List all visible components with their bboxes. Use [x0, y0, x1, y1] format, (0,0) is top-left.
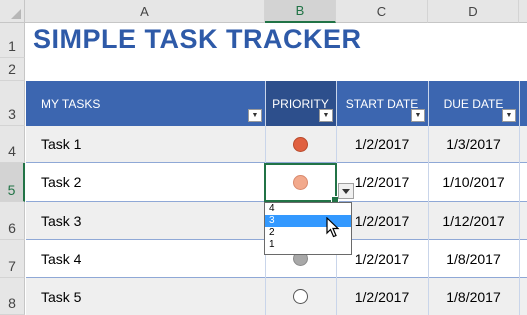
task-name-cell[interactable]: Task 4	[41, 240, 81, 277]
table-row: Task 5 1/2/2017 1/8/2017	[26, 278, 527, 315]
header-start-date: START DATE ▼	[336, 81, 428, 126]
chevron-down-icon	[342, 188, 350, 194]
filter-dropdown-icon[interactable]: ▼	[411, 109, 425, 122]
row-header-3[interactable]: 3	[0, 81, 25, 126]
sheet-title: SIMPLE TASK TRACKER	[33, 24, 362, 54]
due-date-cell[interactable]: 1/12/2017	[428, 202, 519, 239]
priority-cell[interactable]	[265, 278, 336, 315]
header-due-date-label: DUE DATE	[443, 96, 504, 111]
header-due-date: DUE DATE ▼	[428, 81, 519, 126]
task-name-cell[interactable]: Task 2	[41, 163, 81, 201]
validation-dropdown-button[interactable]	[338, 183, 354, 199]
filter-dropdown-icon[interactable]: ▼	[502, 109, 516, 122]
due-date-cell[interactable]: 1/8/2017	[428, 278, 519, 315]
column-header-e[interactable]	[519, 0, 527, 23]
grid-line	[519, 81, 520, 315]
column-header-d[interactable]: D	[428, 0, 519, 23]
row-header-5[interactable]: 5	[0, 163, 25, 202]
row-header-7[interactable]: 7	[0, 240, 25, 278]
dropdown-option-1[interactable]: 1	[265, 239, 351, 251]
header-my-tasks: MY TASKS ▼	[26, 81, 265, 126]
filter-dropdown-icon[interactable]: ▼	[248, 109, 262, 122]
row-header-8[interactable]: 8	[0, 278, 25, 315]
grid-line	[428, 81, 429, 315]
dropdown-option-4[interactable]: 4	[265, 203, 351, 215]
due-date-cell[interactable]: 1/10/2017	[428, 163, 519, 201]
header-my-tasks-label: MY TASKS	[41, 96, 101, 111]
task-name-cell[interactable]: Task 3	[41, 202, 81, 239]
priority-cell[interactable]	[265, 126, 336, 162]
column-header-c[interactable]: C	[336, 0, 428, 23]
start-date-cell[interactable]: 1/2/2017	[336, 126, 428, 162]
row-header-1[interactable]: 1	[0, 23, 25, 58]
active-cell-selection[interactable]	[264, 163, 339, 204]
due-date-cell[interactable]: 1/8/2017	[428, 240, 519, 277]
due-date-cell[interactable]: 1/3/2017	[428, 126, 519, 162]
column-header-b[interactable]: B	[265, 0, 336, 23]
column-header-a[interactable]: A	[25, 0, 265, 23]
table-row: Task 1 1/2/2017 1/3/2017	[26, 126, 527, 163]
priority-indicator-icon	[293, 289, 308, 304]
task-name-cell[interactable]: Task 1	[41, 126, 81, 162]
mouse-pointer-icon	[326, 217, 340, 238]
select-all-corner[interactable]	[0, 0, 25, 23]
row-header-4[interactable]: 4	[0, 126, 25, 163]
row-header-6[interactable]: 6	[0, 202, 25, 240]
start-date-cell[interactable]: 1/2/2017	[336, 278, 428, 315]
row-header-2[interactable]: 2	[0, 58, 25, 81]
priority-indicator-icon	[293, 136, 308, 152]
header-priority: PRIORITY ▼	[265, 81, 336, 126]
task-name-cell[interactable]: Task 5	[41, 278, 81, 315]
filter-dropdown-icon[interactable]: ▼	[319, 109, 333, 122]
header-start-date-label: START DATE	[345, 96, 419, 111]
